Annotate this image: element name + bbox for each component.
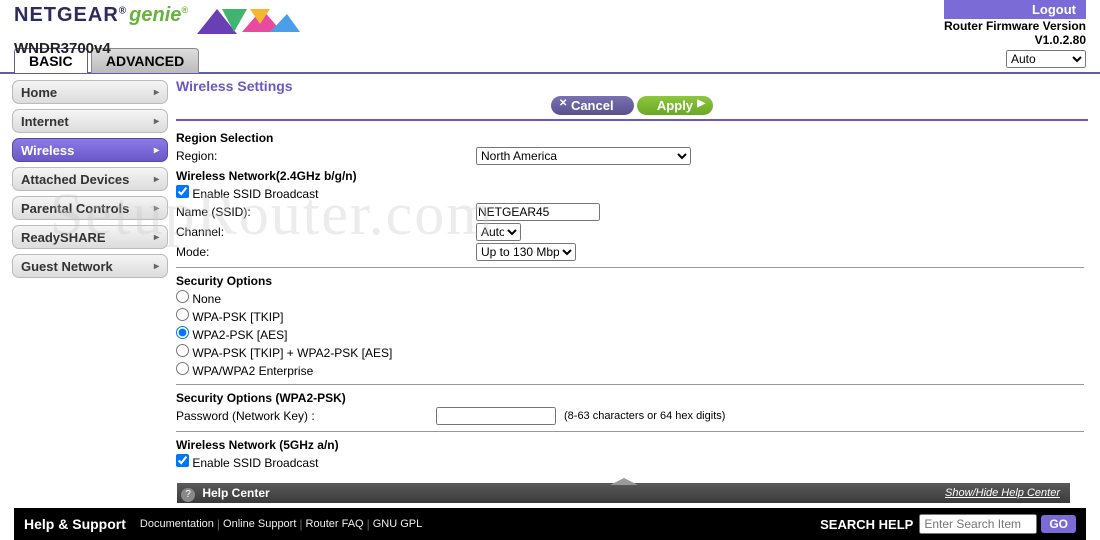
password-hint: (8-63 characters or 64 hex digits)	[564, 410, 725, 422]
model-label: WNDR3700v4	[14, 40, 1086, 57]
enable-ssid-5-label: Enable SSID Broadcast	[192, 456, 318, 470]
sidebar-item-attached-devices[interactable]: Attached Devices	[12, 167, 168, 191]
enable-ssid-24-label: Enable SSID Broadcast	[192, 187, 318, 201]
firmware-version: V1.0.2.80	[944, 33, 1086, 47]
help-center-bar[interactable]: ? Help Center Show/Hide Help Center	[177, 483, 1070, 503]
sec-opt-wpa2-aes[interactable]: WPA2-PSK [AES]	[176, 326, 1084, 342]
sidebar-item-wireless[interactable]: Wireless	[12, 138, 168, 162]
footer-link-documentation[interactable]: Documentation	[140, 518, 214, 530]
sidebar-item-parental-controls[interactable]: Parental Controls	[12, 196, 168, 220]
enable-ssid-24-checkbox[interactable]	[176, 185, 189, 198]
password-input[interactable]	[436, 407, 556, 425]
password-label: Password (Network Key) :	[176, 409, 436, 423]
search-help-input[interactable]	[919, 514, 1037, 534]
footer-link-gnu-gpl[interactable]: GNU GPL	[373, 518, 423, 530]
genie-logo: genie	[129, 4, 188, 27]
enable-ssid-5-row[interactable]: Enable SSID Broadcast	[176, 454, 1084, 470]
logout-button[interactable]: Logout	[944, 0, 1086, 19]
sidebar-item-readyshare[interactable]: ReadySHARE	[12, 225, 168, 249]
netgear-logo: NETGEAR®	[14, 4, 127, 27]
footer-link-online-support[interactable]: Online Support	[223, 518, 296, 530]
firmware-label: Router Firmware Version	[944, 19, 1086, 33]
security-radio-group: None WPA-PSK [TKIP] WPA2-PSK [AES] WPA-P…	[176, 290, 1084, 378]
sec-opt-wpa-tkip[interactable]: WPA-PSK [TKIP]	[176, 308, 1084, 324]
content-area: Wireless Settings ✕Cancel Apply▶ Region …	[172, 74, 1100, 473]
apply-button[interactable]: Apply▶	[637, 96, 713, 115]
showhide-help-link[interactable]: Show/Hide Help Center	[945, 483, 1060, 503]
help-support-label: Help & Support	[24, 516, 126, 532]
mode-label: Mode:	[176, 245, 476, 259]
sidebar-item-guest-network[interactable]: Guest Network	[12, 254, 168, 278]
channel-select[interactable]: Auto	[476, 223, 521, 241]
sidebar: Home Internet Wireless Attached Devices …	[0, 74, 172, 473]
security-header: Security Options	[176, 274, 1084, 288]
chevron-up-icon	[610, 478, 638, 485]
cancel-button[interactable]: ✕Cancel	[551, 96, 634, 115]
chevron-right-icon: ▶	[697, 98, 705, 109]
sec-opt-none[interactable]: None	[176, 290, 1084, 306]
sec-opt-enterprise[interactable]: WPA/WPA2 Enterprise	[176, 362, 1084, 378]
settings-scroll-pane[interactable]: Region Selection Region: North America W…	[176, 127, 1088, 473]
triangle-logo	[192, 4, 302, 40]
question-icon: ?	[181, 488, 195, 502]
footer-link-router-faq[interactable]: Router FAQ	[306, 518, 364, 530]
sidebar-item-internet[interactable]: Internet	[12, 109, 168, 133]
psk-header: Security Options (WPA2-PSK)	[176, 391, 1084, 405]
go-button[interactable]: GO	[1041, 515, 1076, 533]
button-row: ✕Cancel Apply▶	[176, 96, 1088, 121]
sidebar-item-home[interactable]: Home	[12, 80, 168, 104]
channel-label: Channel:	[176, 225, 476, 239]
ssid-input[interactable]	[476, 203, 600, 221]
header: NETGEAR® genie WNDR3700v4 Logout Router …	[0, 0, 1100, 48]
page-title: Wireless Settings	[176, 78, 1088, 94]
region-select[interactable]: North America	[476, 147, 691, 165]
region-header: Region Selection	[176, 131, 1084, 145]
footer: Help & Support Documentation| Online Sup…	[14, 508, 1086, 540]
sec-opt-wpa-mixed[interactable]: WPA-PSK [TKIP] + WPA2-PSK [AES]	[176, 344, 1084, 360]
enable-ssid-5-checkbox[interactable]	[176, 454, 189, 467]
mode-select[interactable]: Up to 130 Mbps	[476, 243, 576, 261]
wl24-header: Wireless Network(2.4GHz b/g/n)	[176, 169, 1084, 183]
ssid-label: Name (SSID):	[176, 205, 476, 219]
region-label: Region:	[176, 149, 476, 163]
enable-ssid-24-row[interactable]: Enable SSID Broadcast	[176, 185, 1084, 201]
help-center-label: Help Center	[202, 486, 269, 500]
close-icon: ✕	[559, 98, 567, 109]
search-help-label: SEARCH HELP	[820, 517, 913, 532]
wl5-header: Wireless Network (5GHz a/n)	[176, 438, 1084, 452]
